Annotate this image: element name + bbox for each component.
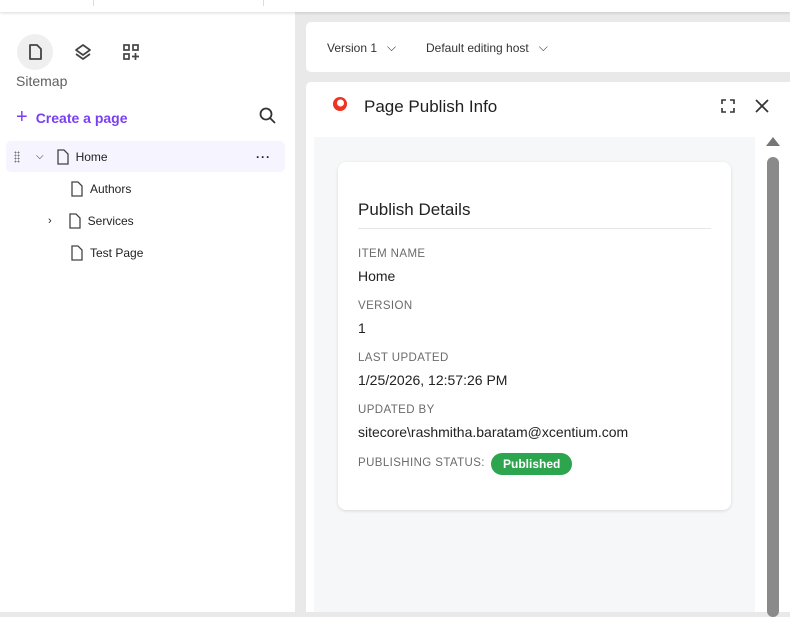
plus-icon: +	[16, 106, 28, 128]
chevron-right-icon[interactable]: ›	[48, 215, 52, 227]
editing-host-dropdown[interactable]: Default editing host ⌵	[426, 40, 548, 55]
sitemap-panel: Sitemap + Create a page ⌵ Home ··· Autho…	[0, 12, 295, 612]
card-title: Publish Details	[358, 200, 471, 219]
editing-host-label: Default editing host	[426, 40, 529, 55]
last-updated-value: 1/25/2026, 12:57:26 PM	[358, 372, 508, 388]
scroll-up-icon[interactable]	[766, 137, 780, 146]
page-icon	[71, 180, 83, 197]
create-page-label: Create a page	[35, 109, 128, 126]
tree-item-home[interactable]: ⌵ Home ···	[6, 141, 285, 172]
page-icon	[29, 44, 42, 60]
chevron-down-icon[interactable]: ⌵	[36, 151, 44, 162]
layers-tab[interactable]	[65, 34, 101, 70]
search-button[interactable]	[258, 106, 278, 131]
chevron-down-icon: ⌵	[387, 40, 397, 54]
components-tab[interactable]	[113, 34, 149, 70]
tree-item-services[interactable]: › Services	[6, 205, 285, 236]
top-bar	[0, 0, 790, 12]
item-name-label: ITEM NAME	[358, 248, 426, 260]
panel-content: Publish Details ITEM NAME Home VERSION 1…	[314, 137, 755, 612]
search-icon	[259, 107, 276, 124]
tree-item-label: Home	[75, 149, 108, 164]
panel-title: Page Publish Info	[364, 97, 498, 116]
tree-item-authors[interactable]: Authors	[6, 173, 285, 204]
pages-tab[interactable]	[17, 34, 53, 70]
add-component-icon	[123, 44, 139, 60]
layers-icon	[75, 44, 91, 60]
tree-item-test-page[interactable]: Test Page	[6, 237, 285, 268]
publishing-status-label: PUBLISHING STATUS:	[358, 457, 485, 469]
scrollbar[interactable]	[763, 132, 781, 617]
publish-details-card: Publish Details ITEM NAME Home VERSION 1…	[338, 162, 731, 510]
updated-by-label: UPDATED BY	[358, 404, 435, 416]
divider	[358, 228, 711, 229]
expand-icon[interactable]	[721, 99, 735, 113]
last-updated-label: LAST UPDATED	[358, 352, 449, 364]
version-label: Version 1	[327, 40, 378, 55]
status-badge: Published	[491, 453, 573, 475]
sitecore-logo-icon	[333, 97, 347, 111]
scrollbar-thumb[interactable]	[767, 157, 779, 617]
tree-item-label: Authors	[90, 181, 132, 196]
page-icon	[69, 212, 81, 229]
tree-item-label: Services	[87, 213, 134, 228]
chevron-down-icon: ⌵	[538, 40, 548, 54]
tree-item-label: Test Page	[90, 245, 144, 260]
create-page-button[interactable]: + Create a page	[16, 106, 128, 129]
editor-toolbar: Version 1 ⌵ Default editing host ⌵	[306, 22, 790, 72]
version-dropdown[interactable]: Version 1 ⌵	[327, 40, 396, 55]
item-name-value: Home	[358, 268, 396, 284]
page-publish-info-panel: Page Publish Info Publish Details ITEM N…	[306, 82, 790, 617]
close-icon[interactable]	[754, 98, 770, 114]
page-icon	[71, 244, 83, 261]
sitemap-heading: Sitemap	[16, 73, 68, 89]
drag-handle-icon[interactable]	[14, 150, 20, 163]
updated-by-value: sitecore\rashmitha.baratam@xcentium.com	[358, 424, 629, 440]
version-value: 1	[358, 320, 366, 336]
page-icon	[56, 148, 69, 165]
version-label: VERSION	[358, 300, 413, 312]
more-options-icon[interactable]: ···	[256, 150, 271, 164]
